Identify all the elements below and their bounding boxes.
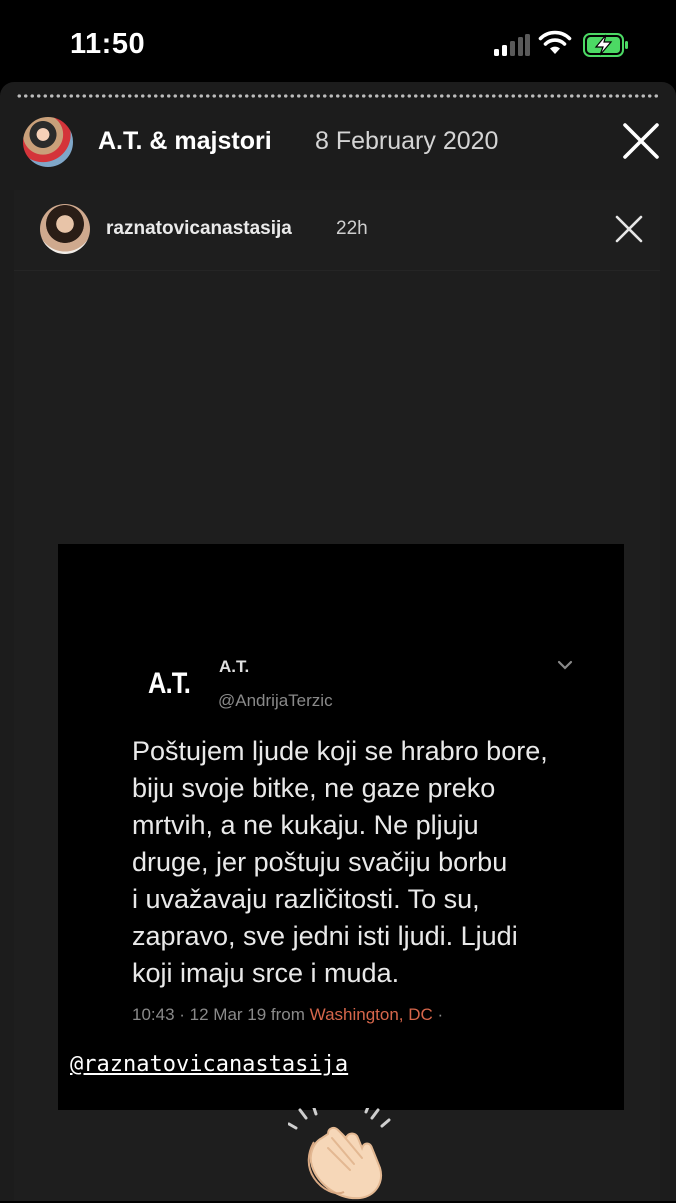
- header-divider: [14, 270, 660, 271]
- shared-post-age: 22h: [336, 218, 368, 239]
- tweet-text-line: zapravo, sve jedni isti ljudi. Ljudi: [132, 921, 518, 951]
- cellular-signal-icon: [494, 34, 530, 56]
- story-author-name[interactable]: A.T. & majstori: [98, 127, 272, 156]
- tweet-logo: A.T.: [148, 667, 191, 700]
- tweet-screenshot: A.T. A.T. @AndrijaTerzic Poštujem ljude …: [58, 544, 624, 1110]
- close-icon[interactable]: [622, 122, 660, 160]
- tweet-text-line: koji imaju srce i muda.: [132, 958, 400, 988]
- tweet-display-name: A.T.: [219, 657, 250, 676]
- battery-charging-icon: [583, 33, 628, 57]
- tweet-text: Poštujem ljude koji se hrabro bore, biju…: [132, 733, 602, 992]
- chevron-down-icon: [557, 660, 573, 670]
- story-header: A.T. & majstori 8 February 2020: [0, 112, 676, 172]
- tweet-timestamp: 10:43 · 12 Mar 19 from: [132, 1005, 305, 1024]
- shared-author-avatar[interactable]: [40, 204, 90, 254]
- tweet-handle: @AndrijaTerzic: [218, 691, 333, 710]
- tweet-text-line: i uvažavaju različitosti. To su,: [132, 884, 480, 914]
- status-bar: 11:50: [0, 0, 676, 88]
- clapping-hands-icon: [288, 1108, 391, 1200]
- status-time: 11:50: [70, 28, 146, 60]
- tweet-text-line: mrtvih, a ne kukaju. Ne pljuju: [132, 810, 479, 840]
- wifi-icon: [538, 30, 572, 54]
- tweet-text-line: druge, jer poštuju svačiju borbu: [132, 847, 508, 877]
- shared-author-username[interactable]: raznatovicanastasija: [106, 218, 292, 240]
- story-author-avatar[interactable]: [21, 115, 75, 169]
- story-viewer: A.T. & majstori 8 February 2020 raznatov…: [0, 82, 676, 1201]
- story-progress-bar: [16, 94, 661, 98]
- mention-sticker[interactable]: @raznatovicanastasija: [68, 1049, 441, 1080]
- tweet-meta: 10:43 · 12 Mar 19 from Washington, DC ·: [132, 1005, 443, 1025]
- close-icon: [615, 215, 643, 243]
- tweet-text-line: Poštujem ljude koji se hrabro bore,: [132, 736, 548, 766]
- tweet-meta-trailing: ·: [432, 1005, 444, 1024]
- tweet-location: Washington, DC: [309, 1005, 433, 1024]
- story-date: 8 February 2020: [315, 127, 499, 155]
- tweet-text-line: biju svoje bitke, ne gaze preko: [132, 773, 496, 803]
